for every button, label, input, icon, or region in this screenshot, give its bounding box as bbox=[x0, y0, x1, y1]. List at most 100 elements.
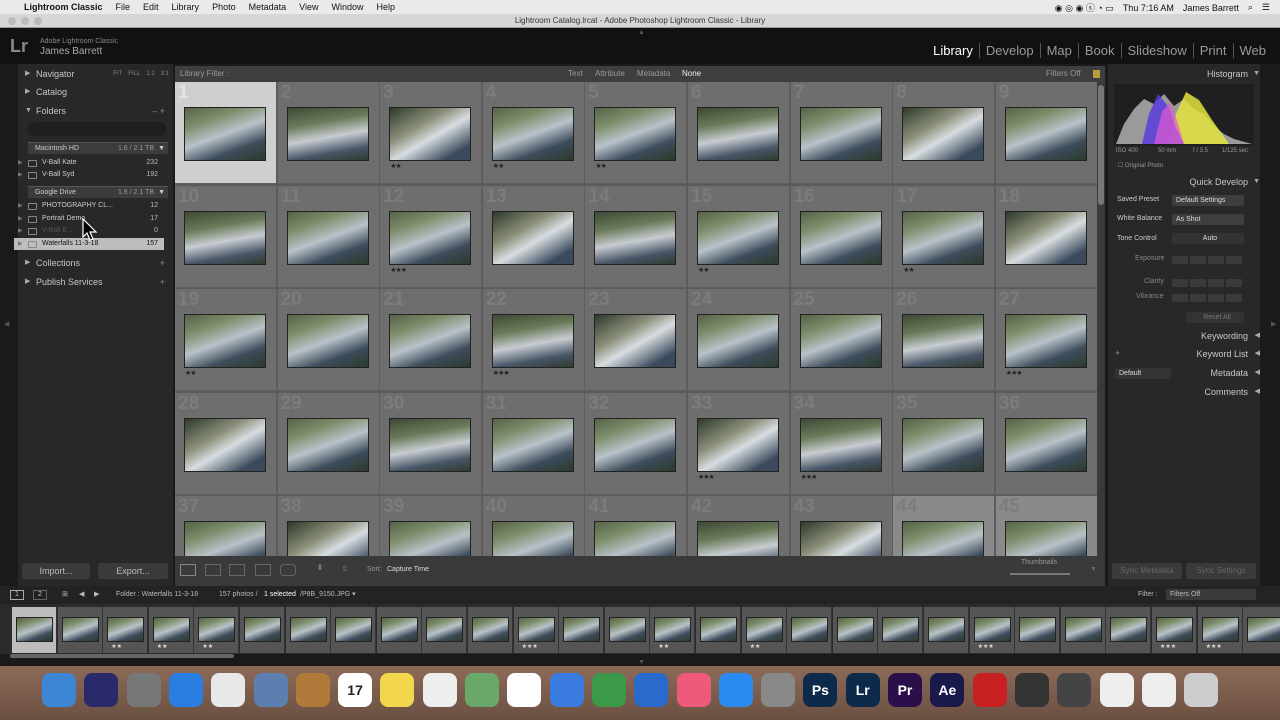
menu-help[interactable]: Help bbox=[377, 2, 396, 12]
filmstrip-thumbnail[interactable] bbox=[152, 617, 190, 642]
filmstrip-thumbnail[interactable] bbox=[973, 617, 1011, 642]
star-rating[interactable]: ★★ bbox=[698, 266, 710, 274]
nav-fill[interactable]: FILL bbox=[128, 65, 140, 83]
dock-safari-icon[interactable] bbox=[168, 673, 203, 707]
photo-thumbnail[interactable] bbox=[389, 521, 472, 556]
filter-attribute[interactable]: Attribute bbox=[595, 66, 625, 82]
photo-thumbnail[interactable] bbox=[697, 210, 779, 265]
close-icon[interactable] bbox=[8, 17, 16, 25]
photo-thumbnail[interactable] bbox=[184, 210, 266, 265]
sync-settings-button[interactable]: Sync Settings bbox=[1186, 563, 1256, 579]
module-book[interactable]: Book bbox=[1077, 43, 1121, 58]
photo-thumbnail[interactable] bbox=[491, 314, 574, 368]
filmstrip-thumbnail[interactable] bbox=[244, 617, 281, 642]
filmstrip-thumbnail[interactable] bbox=[654, 617, 692, 642]
folder-item[interactable]: ▶ PHOTOGRAPHY CL... 12 bbox=[14, 200, 164, 212]
filmstrip-thumbnail[interactable] bbox=[1201, 617, 1239, 642]
menu-file[interactable]: File bbox=[116, 2, 131, 12]
photo-thumbnail[interactable] bbox=[286, 417, 369, 472]
grid-cell[interactable]: 6 bbox=[688, 82, 790, 184]
filmstrip-thumbnail[interactable] bbox=[1064, 617, 1102, 642]
photo-thumbnail[interactable] bbox=[697, 314, 779, 368]
folder-search-input[interactable] bbox=[28, 122, 166, 136]
dock-numbers-icon[interactable] bbox=[591, 673, 626, 707]
grid-cell[interactable]: 37 bbox=[175, 496, 277, 556]
export-button[interactable]: Export... bbox=[98, 563, 168, 579]
grid-cell[interactable]: 40 bbox=[482, 496, 585, 556]
menubar-user[interactable]: James Barrett bbox=[1183, 3, 1239, 13]
forward-arrow-icon[interactable]: ▶ bbox=[94, 586, 99, 604]
keywording-header[interactable]: Keywording ◀ bbox=[1110, 327, 1260, 345]
dock-downloads-icon[interactable] bbox=[1141, 673, 1176, 707]
grid-scrollbar[interactable] bbox=[1097, 82, 1105, 556]
photo-thumbnail[interactable] bbox=[902, 417, 985, 472]
filmstrip-cell[interactable] bbox=[604, 607, 650, 653]
original-photo-checkbox[interactable]: ☐ Original Photo bbox=[1118, 162, 1163, 169]
grid-cell[interactable]: 17 ★★ bbox=[893, 185, 996, 288]
dock-launchpad-icon[interactable] bbox=[126, 673, 161, 707]
filter-status[interactable]: Filters Off bbox=[1046, 66, 1081, 82]
quick-develop-header[interactable]: Quick Develop ▼ bbox=[1110, 173, 1260, 191]
dock-documents-icon[interactable] bbox=[1099, 673, 1134, 707]
filmstrip-thumbnail[interactable] bbox=[608, 617, 646, 642]
sort-direction-icon[interactable]: ⇅ bbox=[342, 565, 348, 573]
dock-stickies-icon[interactable] bbox=[380, 673, 415, 707]
dock-trash-icon[interactable] bbox=[1184, 673, 1219, 707]
grid-cell[interactable]: 21 bbox=[380, 289, 483, 391]
grid-cell[interactable]: 45 bbox=[995, 496, 1097, 556]
star-rating[interactable]: ★★★ bbox=[801, 473, 818, 481]
right-panel-toggle-icon[interactable]: ▶ bbox=[1271, 320, 1276, 328]
star-rating[interactable]: ★★ bbox=[595, 162, 607, 170]
grid-cell[interactable]: 38 bbox=[277, 496, 380, 556]
filmstrip-cell[interactable] bbox=[696, 607, 741, 653]
saved-preset-select[interactable]: Default Settings bbox=[1172, 195, 1244, 206]
minimize-icon[interactable] bbox=[21, 17, 29, 25]
filmstrip-filter-select[interactable]: Filters Off bbox=[1166, 589, 1256, 600]
grid-cell[interactable]: 34 ★★★ bbox=[790, 392, 893, 495]
filmstrip-cell[interactable] bbox=[331, 607, 377, 653]
grid-cell[interactable]: 23 bbox=[585, 289, 688, 391]
dock-ps-icon[interactable]: Ps bbox=[803, 673, 838, 707]
filmstrip-cell[interactable] bbox=[878, 607, 924, 653]
photo-thumbnail[interactable] bbox=[697, 521, 779, 556]
dock-photos-icon[interactable] bbox=[507, 673, 542, 707]
grid-cell[interactable]: 15 ★★ bbox=[688, 185, 790, 288]
module-map[interactable]: Map bbox=[1039, 43, 1078, 58]
photo-thumbnail[interactable] bbox=[389, 107, 472, 161]
filmstrip-cell[interactable] bbox=[924, 607, 969, 653]
filmstrip-thumbnail[interactable] bbox=[16, 617, 53, 642]
dock-system-preferences-icon[interactable] bbox=[761, 673, 796, 707]
survey-view-icon[interactable] bbox=[255, 564, 271, 576]
filmstrip-cell[interactable] bbox=[240, 607, 285, 653]
filmstrip-thumbnail[interactable] bbox=[882, 617, 920, 642]
grid-cell[interactable]: 14 bbox=[585, 185, 688, 288]
grid-cell[interactable]: 5 ★★ bbox=[585, 82, 688, 184]
grid-cell[interactable]: 29 bbox=[277, 392, 380, 495]
photo-thumbnail[interactable] bbox=[491, 521, 574, 556]
photo-thumbnail[interactable] bbox=[594, 210, 677, 265]
filmstrip-thumbnail[interactable] bbox=[1156, 617, 1193, 642]
metadata-preset-select[interactable]: Default bbox=[1115, 368, 1171, 379]
grid-icon[interactable]: ⊞ bbox=[62, 586, 68, 604]
sort-select[interactable]: Capture Time bbox=[387, 566, 429, 573]
back-arrow-icon[interactable]: ◀ bbox=[79, 586, 84, 604]
filmstrip-cell[interactable] bbox=[1060, 607, 1106, 653]
vibrance-buttons[interactable] bbox=[1172, 294, 1242, 302]
grid-cell[interactable]: 12 ★★★ bbox=[380, 185, 483, 288]
status-icons[interactable]: ◉ ◎ ◉ ⓢ ◔ ▭ bbox=[1055, 1, 1114, 14]
filter-text[interactable]: Text bbox=[568, 66, 583, 82]
menu-library[interactable]: Library bbox=[172, 2, 200, 12]
filmstrip-thumbnail[interactable] bbox=[517, 617, 555, 642]
filmstrip-cell[interactable] bbox=[422, 607, 468, 653]
zoom-icon[interactable] bbox=[34, 17, 42, 25]
grid-cell[interactable]: 22 ★★★ bbox=[482, 289, 585, 391]
photo-thumbnail[interactable] bbox=[286, 107, 369, 161]
grid-cell[interactable]: 39 bbox=[380, 496, 483, 556]
photo-thumbnail[interactable] bbox=[799, 107, 882, 161]
grid-cell[interactable]: 24 bbox=[688, 289, 790, 391]
dock-keynote2-icon[interactable] bbox=[634, 673, 669, 707]
grid-cell[interactable]: 2 bbox=[277, 82, 380, 184]
filter-none[interactable]: None bbox=[682, 66, 701, 82]
add-keyword-icon[interactable]: + bbox=[1115, 348, 1120, 358]
grid-cell[interactable]: 44 bbox=[893, 496, 996, 556]
